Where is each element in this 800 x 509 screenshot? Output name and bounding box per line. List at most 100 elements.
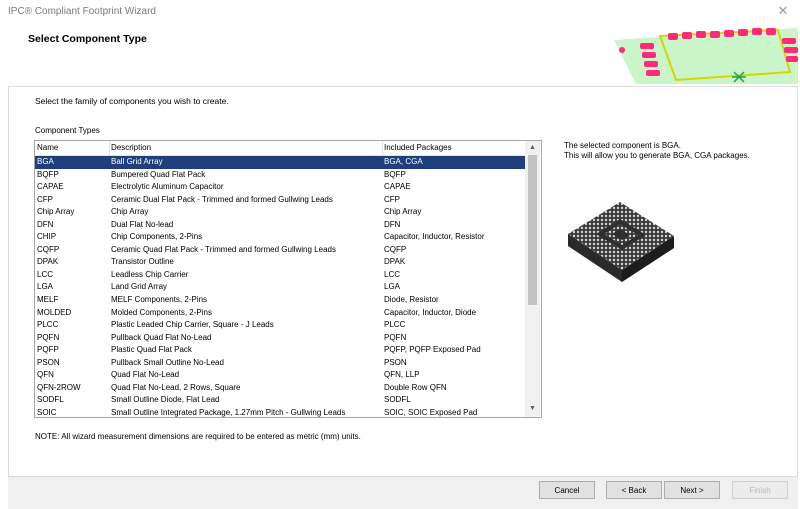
cell-description: Ball Grid Array: [111, 157, 163, 166]
cell-name: BQFP: [37, 169, 59, 179]
cell-packages: Double Row QFN: [384, 382, 447, 392]
list-rows: BGA Ball Grid Array BGA, CGA BQFP Bumpered Q…: [35, 156, 525, 417]
cell-name: CFP: [37, 194, 53, 204]
component-types-list[interactable]: Name Description Included Packages BGA Ba…: [34, 140, 542, 418]
cell-name: SOIC: [37, 407, 57, 417]
cell-description: Molded Components, 2-Pins: [111, 307, 212, 317]
cancel-button[interactable]: Cancel: [539, 481, 595, 499]
cell-description: Pullback Quad Flat No-Lead: [111, 332, 212, 342]
cell-description: Quad Flat No-Lead: [111, 370, 180, 380]
column-header-name[interactable]: Name: [37, 143, 58, 152]
table-row[interactable]: LGA Land Grid Array LGA: [35, 281, 525, 294]
cell-packages: Diode, Resistor: [384, 295, 439, 305]
table-row[interactable]: MELF MELF Components, 2-Pins Diode, Resist…: [35, 294, 525, 307]
selection-description: The selected component is BGA. This will…: [564, 141, 764, 161]
table-row[interactable]: DFN Dual Flat No-lead DFN: [35, 219, 525, 232]
table-row[interactable]: LCC Leadless Chip Carrier LCC: [35, 269, 525, 282]
scroll-down-icon[interactable]: ▼: [525, 403, 540, 415]
finish-button[interactable]: Finish: [732, 481, 788, 499]
cell-name: DFN: [37, 219, 54, 229]
cell-name: SODFL: [37, 395, 64, 405]
table-row[interactable]: MOLDED Molded Components, 2-Pins Capacitor…: [35, 307, 525, 320]
column-header-description[interactable]: Description: [111, 143, 151, 152]
cell-packages: SOIC, SOIC Exposed Pad: [384, 407, 478, 417]
table-row[interactable]: Chip Array Chip Array Chip Array: [35, 206, 525, 219]
cell-packages: PQFP, PQFP Exposed Pad: [384, 345, 481, 355]
cell-packages: DPAK: [384, 257, 406, 267]
table-row[interactable]: PSON Pullback Small Outline No-Lead PSON: [35, 357, 525, 370]
table-row[interactable]: CHIP Chip Components, 2-Pins Capacitor, In…: [35, 231, 525, 244]
cell-description: Land Grid Array: [111, 282, 168, 292]
cell-name: PQFN: [37, 332, 60, 342]
cell-description: Ceramic Quad Flat Pack - Trimmed and for…: [111, 244, 336, 254]
cell-packages: CFP: [384, 194, 400, 204]
cell-packages: QFN, LLP: [384, 370, 420, 380]
close-icon[interactable]: ✕: [776, 3, 790, 19]
metric-units-note: NOTE: All wizard measurement dimensions …: [35, 432, 361, 441]
table-row[interactable]: CQFP Ceramic Quad Flat Pack - Trimmed and…: [35, 244, 525, 257]
cell-packages: CAPAE: [384, 182, 411, 192]
cell-packages: BQFP: [384, 169, 406, 179]
table-row[interactable]: CAPAE Electrolytic Aluminum Capacitor CAPA…: [35, 181, 525, 194]
table-row[interactable]: DPAK Transistor Outline DPAK: [35, 256, 525, 269]
cell-packages: Capacitor, Inductor, Diode: [384, 307, 477, 317]
cell-name: DPAK: [37, 257, 59, 267]
cell-name: PQFP: [37, 345, 59, 355]
scrollbar-thumb[interactable]: [528, 155, 537, 305]
cell-description: Small Outline Diode, Flat Lead: [111, 395, 220, 405]
table-row[interactable]: BGA Ball Grid Array BGA, CGA: [35, 156, 525, 169]
cell-name: LGA: [37, 282, 54, 292]
table-row[interactable]: SODFL Small Outline Diode, Flat Lead SODFL: [35, 394, 525, 407]
bga-package-preview: [568, 202, 674, 282]
column-divider[interactable]: [109, 141, 110, 155]
cell-description: Electrolytic Aluminum Capacitor: [111, 182, 224, 192]
cell-description: Dual Flat No-lead: [111, 219, 174, 229]
cell-name: CHIP: [37, 232, 57, 242]
cell-packages: BGA, CGA: [384, 157, 423, 166]
cell-description: MELF Components, 2-Pins: [111, 295, 208, 305]
cell-name: CAPAE: [37, 182, 64, 192]
cell-packages: LCC: [384, 269, 401, 279]
column-header-packages[interactable]: Included Packages: [384, 143, 452, 152]
cell-packages: PSON: [384, 357, 407, 367]
cell-name: QFN: [37, 370, 54, 380]
cell-description: Chip Array: [111, 207, 149, 217]
table-row[interactable]: PQFN Pullback Quad Flat No-Lead PQFN: [35, 332, 525, 345]
cell-packages: LGA: [384, 282, 401, 292]
table-row[interactable]: CFP Ceramic Dual Flat Pack - Trimmed and …: [35, 194, 525, 207]
back-button[interactable]: < Back: [606, 481, 662, 499]
cell-description: Plastic Leaded Chip Carrier, Square - J …: [111, 320, 274, 330]
page-title: Select Component Type: [28, 33, 147, 45]
footprint-header-illustration: [614, 28, 798, 84]
component-types-label: Component Types: [35, 126, 100, 135]
table-row[interactable]: QFN-2ROW Quad Flat No-Lead, 2 Rows, Squar…: [35, 382, 525, 395]
list-scrollbar[interactable]: ▲ ▼: [525, 141, 540, 417]
cell-description: Chip Components, 2-Pins: [111, 232, 203, 242]
description-line: The selected component is BGA.: [564, 141, 681, 150]
cell-description: Small Outline Integrated Package, 1.27mm…: [111, 407, 346, 417]
cell-description: Quad Flat No-Lead, 2 Rows, Square: [111, 382, 241, 392]
table-row[interactable]: QFN Quad Flat No-Lead QFN, LLP: [35, 369, 525, 382]
table-row[interactable]: SOIC Small Outline Integrated Package, 1.…: [35, 407, 525, 417]
cell-name: MELF: [37, 295, 59, 305]
cell-name: QFN-2ROW: [37, 382, 81, 392]
cell-name: MOLDED: [37, 307, 72, 317]
cell-name: CQFP: [37, 244, 60, 254]
cell-packages: PLCC: [384, 320, 406, 330]
column-divider[interactable]: [382, 141, 383, 155]
title-bar: IPC® Compliant Footprint Wizard ✕: [0, 0, 800, 24]
frame-right-border: [797, 86, 798, 476]
cell-description: Leadless Chip Carrier: [111, 269, 189, 279]
table-row[interactable]: PQFP Plastic Quad Flat Pack PQFP, PQFP Exp…: [35, 344, 525, 357]
cell-description: Plastic Quad Flat Pack: [111, 345, 192, 355]
cell-name: BGA: [37, 157, 54, 166]
next-button[interactable]: Next >: [664, 481, 720, 499]
table-row[interactable]: BQFP Bumpered Quad Flat Pack BQFP: [35, 169, 525, 182]
list-header: Name Description Included Packages: [35, 141, 525, 156]
table-row[interactable]: PLCC Plastic Leaded Chip Carrier, Square …: [35, 319, 525, 332]
cell-description: Ceramic Dual Flat Pack - Trimmed and for…: [111, 194, 333, 204]
scroll-up-icon[interactable]: ▲: [525, 142, 540, 154]
cell-packages: CQFP: [384, 244, 407, 254]
cell-name: Chip Array: [37, 207, 75, 217]
cell-packages: Chip Array: [384, 207, 422, 217]
